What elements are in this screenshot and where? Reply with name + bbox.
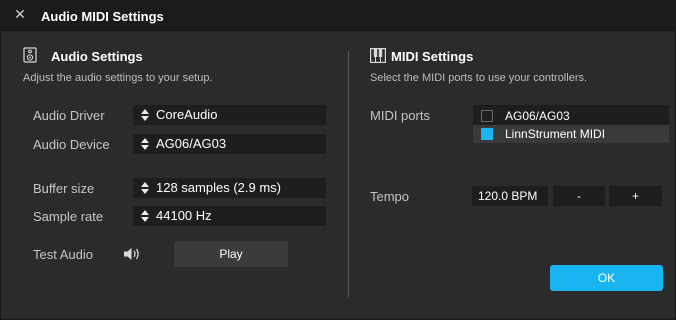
window-title: Audio MIDI Settings xyxy=(41,9,164,24)
midi-port-item[interactable]: LinnStrument MIDI xyxy=(473,125,669,143)
tempo-increase-button[interactable]: + xyxy=(609,186,662,206)
audio-midi-settings-window: ✕ Audio MIDI Settings Audio Settings Adj… xyxy=(0,0,676,320)
play-button[interactable]: Play xyxy=(174,241,288,267)
midi-port-name: AG06/AG03 xyxy=(505,109,570,123)
midi-port-checkbox[interactable] xyxy=(481,110,493,122)
audio-driver-select[interactable]: CoreAudio xyxy=(133,105,326,125)
buffer-size-label: Buffer size xyxy=(33,181,95,196)
section-divider xyxy=(348,51,349,297)
title-bar: ✕ Audio MIDI Settings xyxy=(1,1,675,31)
audio-settings-heading: Audio Settings xyxy=(51,49,143,64)
updown-arrows-icon xyxy=(141,138,149,150)
updown-arrows-icon xyxy=(141,182,149,194)
buffer-size-value: 128 samples (2.9 ms) xyxy=(156,180,281,195)
ok-button[interactable]: OK xyxy=(550,265,663,291)
buffer-size-select[interactable]: 128 samples (2.9 ms) xyxy=(133,178,326,198)
piano-keys-icon xyxy=(370,48,386,63)
updown-arrows-icon xyxy=(141,210,149,222)
midi-port-item[interactable]: AG06/AG03 xyxy=(473,107,669,125)
speaker-volume-icon xyxy=(124,248,139,260)
close-icon[interactable]: ✕ xyxy=(13,8,27,22)
updown-arrows-icon xyxy=(141,109,149,121)
test-audio-label: Test Audio xyxy=(33,247,93,262)
audio-driver-value: CoreAudio xyxy=(156,107,218,122)
sample-rate-value: 44100 Hz xyxy=(156,208,212,223)
speaker-box-icon xyxy=(23,47,37,63)
audio-driver-label: Audio Driver xyxy=(33,108,105,123)
midi-ports-list: AG06/AG03 LinnStrument MIDI xyxy=(473,105,669,143)
sample-rate-select[interactable]: 44100 Hz xyxy=(133,206,326,226)
audio-device-select[interactable]: AG06/AG03 xyxy=(133,134,326,154)
midi-port-checkbox[interactable] xyxy=(481,128,493,140)
midi-settings-heading: MIDI Settings xyxy=(391,49,474,64)
midi-port-name: LinnStrument MIDI xyxy=(505,127,606,141)
audio-settings-description: Adjust the audio settings to your setup. xyxy=(23,72,213,84)
midi-settings-description: Select the MIDI ports to use your contro… xyxy=(370,72,588,84)
sample-rate-label: Sample rate xyxy=(33,209,104,224)
audio-device-label: Audio Device xyxy=(33,137,110,152)
tempo-value-field[interactable]: 120.0 BPM xyxy=(472,186,548,206)
tempo-label: Tempo xyxy=(370,189,410,204)
audio-device-value: AG06/AG03 xyxy=(156,136,227,151)
tempo-decrease-button[interactable]: - xyxy=(553,186,605,206)
midi-ports-label: MIDI ports xyxy=(370,108,430,123)
